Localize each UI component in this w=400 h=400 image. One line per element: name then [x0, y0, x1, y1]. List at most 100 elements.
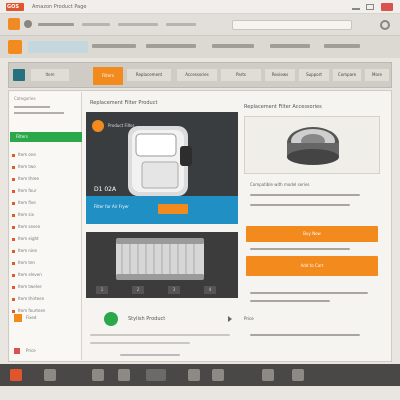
nav-item[interactable]: [146, 44, 196, 48]
sidebar-item[interactable]: Item five: [18, 200, 74, 206]
tab-item[interactable]: [166, 23, 196, 26]
nav-home-button[interactable]: [28, 41, 88, 53]
nav-bar: [0, 36, 400, 58]
sidebar-orange-icon[interactable]: [14, 314, 22, 322]
sidebar-item[interactable]: Item fourteen: [18, 308, 74, 314]
sidebar-header: Categories: [14, 96, 36, 101]
sidebar-item[interactable]: Item one: [18, 152, 74, 158]
tab-item[interactable]: Compare: [333, 69, 361, 81]
sidebar-item[interactable]: Item seven: [18, 224, 74, 230]
sidebar-bullet-icon: [12, 298, 15, 301]
sidebar-item[interactable]: Item four: [18, 188, 74, 194]
store-icon[interactable]: [118, 369, 130, 381]
sidebar-bullet-icon: [12, 238, 15, 241]
sidebar-footer-item[interactable]: Price: [26, 348, 66, 354]
sidebar-item-list: Item one Item two Item three Item four I…: [12, 150, 80, 320]
nav-item[interactable]: [212, 44, 254, 48]
back-icon[interactable]: [24, 20, 32, 28]
filter-promo-panel: 1 2 3 4: [86, 232, 238, 298]
nav-item[interactable]: [324, 44, 360, 48]
tab-item[interactable]: More: [365, 69, 389, 81]
green-play-icon[interactable]: [104, 312, 118, 326]
chevron-right-icon[interactable]: [228, 316, 232, 322]
divider: [90, 342, 190, 344]
sidebar-red-icon[interactable]: [14, 348, 20, 354]
buy-now-button[interactable]: Buy Now: [246, 226, 378, 242]
browser-icon[interactable]: [44, 369, 56, 381]
sidebar-item[interactable]: Item eleven: [18, 272, 74, 278]
promo-cta-button[interactable]: [158, 204, 188, 214]
sidebar-item[interactable]: Item ten: [18, 260, 74, 266]
divider: [250, 300, 330, 302]
taskbar: [0, 364, 400, 386]
page-button[interactable]: 1: [96, 286, 108, 294]
divider: [250, 204, 350, 206]
teal-tab-icon[interactable]: [13, 69, 25, 81]
sidebar-item[interactable]: Item twelve: [18, 284, 74, 290]
sidebar-line: [14, 112, 64, 114]
bottom-product-label: Stylish Product: [128, 316, 166, 322]
close-button[interactable]: [381, 3, 393, 11]
sidebar-item[interactable]: Item eight: [18, 236, 74, 242]
page-button[interactable]: 3: [168, 286, 180, 294]
tab-item[interactable]: [118, 23, 158, 26]
tab-item[interactable]: Parts: [221, 69, 261, 81]
left-sidebar: Categories Filters Item one Item two Ite…: [10, 92, 82, 360]
sidebar-bullet-icon: [12, 202, 15, 205]
tab-item[interactable]: [38, 23, 74, 26]
page-button[interactable]: 4: [204, 286, 216, 294]
sidebar-bullet-icon: [12, 178, 15, 181]
sidebar-green-tab-label: Filters: [16, 134, 28, 139]
mail-icon[interactable]: [262, 369, 274, 381]
divider: [250, 334, 360, 336]
tab-item[interactable]: Support: [299, 69, 329, 81]
sidebar-bullet-icon: [12, 154, 15, 157]
tab-strip: [38, 20, 218, 30]
chat-icon[interactable]: [188, 369, 200, 381]
start-icon[interactable]: [10, 369, 22, 381]
sidebar-item[interactable]: Item three: [18, 176, 74, 182]
settings-icon[interactable]: [212, 369, 224, 381]
price-label: Price: [244, 316, 254, 321]
sidebar-item[interactable]: Item two: [18, 164, 74, 170]
tab-active[interactable]: Filters: [93, 67, 123, 85]
sidebar-item[interactable]: Item nine: [18, 248, 74, 254]
tab-item[interactable]: Accessories: [177, 69, 217, 81]
status-line: [120, 354, 180, 356]
orange-app-icon[interactable]: [8, 18, 20, 30]
add-to-cart-button[interactable]: Add to Cart: [246, 256, 378, 276]
page-button[interactable]: 2: [132, 286, 144, 294]
divider: [250, 292, 368, 294]
nav-item[interactable]: [92, 44, 136, 48]
maximize-button[interactable]: [366, 4, 374, 10]
nav-orange-logo[interactable]: [8, 40, 22, 54]
orange-badge-icon[interactable]: [92, 120, 104, 132]
search-input[interactable]: [232, 20, 352, 30]
promo-caption: Filter for Air Fryer: [94, 204, 129, 209]
tab-item[interactable]: Reviews: [265, 69, 295, 81]
buy-now-label: Buy Now: [303, 231, 321, 236]
minimize-button[interactable]: [352, 4, 360, 10]
divider: [90, 334, 230, 336]
tab-item[interactable]: Replacement: [127, 69, 171, 81]
sidebar-item[interactable]: Item thirteen: [18, 296, 74, 302]
files-icon[interactable]: [92, 369, 104, 381]
app-logo-text: GOS: [7, 4, 19, 10]
sidebar-bullet-icon: [12, 310, 15, 313]
sidebar-bullet-icon: [12, 214, 15, 217]
sidebar-bullet-icon: [12, 286, 15, 289]
browser-toolbar: [0, 14, 400, 36]
media-icon[interactable]: [146, 369, 166, 381]
right-details: Compatible with model series: [250, 182, 310, 187]
tab-item[interactable]: [82, 23, 110, 26]
sidebar-footer-item[interactable]: Fixed: [26, 315, 66, 321]
camera-icon[interactable]: [292, 369, 304, 381]
nav-item[interactable]: [270, 44, 310, 48]
settings-icon[interactable]: [380, 20, 390, 30]
sidebar-line: [14, 106, 50, 108]
round-filter-image: [281, 121, 345, 171]
sidebar-bullet-icon: [12, 262, 15, 265]
add-to-cart-label: Add to Cart: [300, 263, 324, 268]
sidebar-item[interactable]: Item six: [18, 212, 74, 218]
tab-item[interactable]: Item: [31, 69, 69, 81]
